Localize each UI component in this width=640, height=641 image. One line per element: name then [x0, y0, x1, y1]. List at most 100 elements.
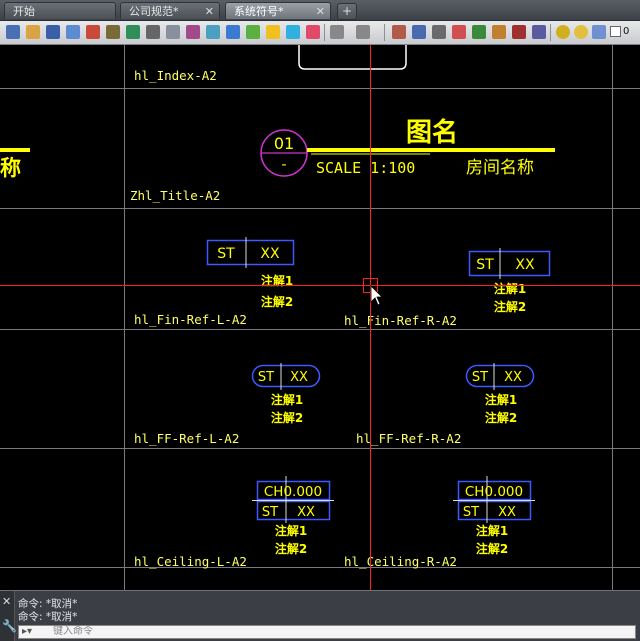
ceiling-left-symbol: CH0.000 ST XX 注解1 注解2 [252, 476, 334, 556]
image-icon[interactable] [306, 25, 320, 39]
command-history-line: 命令: *取消* [18, 611, 78, 623]
stack-icon[interactable] [532, 25, 546, 39]
wrench-icon[interactable]: 🔧 [2, 619, 17, 633]
ff-ref-right-value: XX [504, 370, 522, 385]
tab-label: 开始 [13, 5, 35, 18]
fin-ref-right-code: ST [476, 257, 494, 273]
publish-icon[interactable] [126, 25, 140, 39]
title-partial-text: 称 [0, 156, 21, 180]
room-name-text: 房间名称 [466, 158, 534, 178]
zoom-icon[interactable] [412, 25, 426, 39]
ff-ref-right-code: ST [472, 370, 488, 385]
ff-ref-right-label: hl_FF-Ref-R-A2 [356, 431, 461, 446]
new-icon[interactable] [6, 25, 20, 39]
saveas-icon[interactable] [66, 25, 80, 39]
pan-icon[interactable] [392, 25, 406, 39]
close-icon[interactable]: ✕ [205, 3, 214, 20]
ceiling-left-label: hl_Ceiling-L-A2 [134, 554, 247, 569]
match-icon[interactable] [206, 25, 220, 39]
mouse-pointer-icon [370, 285, 383, 306]
command-window-handle[interactable]: ✕ 🔧 [0, 591, 17, 641]
index-symbol-outline [298, 45, 407, 70]
close-icon[interactable]: ✕ [316, 3, 325, 20]
ceiling-left-code: ST [262, 505, 278, 520]
ceiling-right-note2: 注解2 [476, 541, 508, 556]
paste-icon[interactable] [186, 25, 200, 39]
distance-icon[interactable] [472, 25, 486, 39]
ceiling-right-code: ST [463, 505, 479, 520]
ff-ref-left-symbol: ST XX 注解1 注解2 [251, 363, 321, 425]
ff-ref-right-note2: 注解2 [485, 410, 517, 425]
fin-ref-right-symbol: ST XX 注解1 注解2 [468, 248, 551, 314]
save-icon[interactable] [46, 25, 60, 39]
tab-label: 系统符号* [234, 5, 284, 18]
document-tab-bar: 开始 公司规范* ✕ 系统符号* ✕ + [0, 0, 640, 21]
fin-ref-left-code: ST [217, 246, 235, 262]
fin-ref-left-value: XX [260, 246, 280, 262]
ff-ref-left-note2: 注解2 [271, 410, 303, 425]
ff-ref-right-note1: 注解1 [485, 392, 517, 407]
quick-access-toolbar: 0 [0, 21, 640, 45]
ceiling-right-note1: 注解1 [476, 523, 508, 538]
ceiling-right-height: CH0.000 [465, 484, 523, 500]
command-input-placeholder: 键入命令 [53, 626, 93, 637]
drawing-canvas[interactable]: hl_Index-A2 称 01 - 图名 SCALE 1:100 房间名称 Z… [0, 45, 640, 590]
ceiling-left-height: CH0.000 [264, 484, 322, 500]
ceiling-right-symbol: CH0.000 ST XX 注解1 注解2 [453, 476, 535, 556]
cut-icon[interactable] [146, 25, 160, 39]
ff-ref-right-symbol: ST XX 注解1 注解2 [465, 363, 535, 425]
hatch-icon[interactable] [246, 25, 260, 39]
properties-icon[interactable] [452, 25, 466, 39]
title-block-label: Zhl_Title-A2 [130, 188, 220, 203]
text-icon[interactable] [266, 25, 280, 39]
area-icon[interactable] [512, 25, 526, 39]
fin-ref-left-label: hl_Fin-Ref-L-A2 [134, 312, 247, 327]
new-tab-button[interactable]: + [337, 3, 357, 20]
light-icon[interactable] [556, 25, 570, 39]
fin-ref-right-note1: 注解1 [494, 281, 526, 296]
redo-icon[interactable] [356, 25, 370, 39]
layer-icon[interactable] [432, 25, 446, 39]
ceiling-right-value: XX [498, 505, 516, 520]
tab-company-standard[interactable]: 公司规范* ✕ [120, 2, 220, 19]
grid-lines [0, 45, 640, 590]
fin-ref-right-label: hl_Fin-Ref-R-A2 [344, 313, 457, 328]
table-icon[interactable] [286, 25, 300, 39]
print-icon[interactable] [86, 25, 100, 39]
sun-icon[interactable] [574, 25, 588, 39]
ff-ref-left-label: hl_FF-Ref-L-A2 [134, 431, 239, 446]
copy-icon[interactable] [166, 25, 180, 39]
ff-ref-left-value: XX [290, 370, 308, 385]
crosshair-cursor [0, 45, 640, 590]
layer-number: 0 [623, 26, 630, 37]
canvas-svg: hl_Index-A2 称 01 - 图名 SCALE 1:100 房间名称 Z… [0, 45, 640, 590]
measure-icon[interactable] [492, 25, 506, 39]
ff-ref-left-code: ST [258, 370, 274, 385]
tab-start[interactable]: 开始 [4, 2, 116, 19]
open-icon[interactable] [26, 25, 40, 39]
ceiling-left-note1: 注解1 [275, 523, 307, 538]
ceiling-left-value: XX [297, 505, 315, 520]
command-window: ✕ 🔧 命令: *取消* 命令: *取消* ▸▾ 键入命令 [0, 590, 640, 641]
drawing-name-text: 图名 [406, 117, 458, 148]
tab-label: 公司规范* [129, 5, 179, 18]
index-block-label: hl_Index-A2 [134, 68, 217, 83]
color-icon[interactable] [592, 25, 606, 39]
block-icon[interactable] [226, 25, 240, 39]
scale-text: SCALE 1:100 [316, 159, 415, 177]
ceiling-left-note2: 注解2 [275, 541, 307, 556]
title-circle-number: 01 [274, 134, 294, 153]
close-icon[interactable]: ✕ [2, 595, 11, 608]
command-prompt-icon[interactable]: ▸▾ [22, 626, 32, 638]
undo-icon[interactable] [330, 25, 344, 39]
plot-icon[interactable] [106, 25, 120, 39]
fin-ref-left-note2: 注解2 [261, 294, 293, 309]
ff-ref-left-note1: 注解1 [271, 392, 303, 407]
ceiling-right-label: hl_Ceiling-R-A2 [344, 554, 457, 569]
tab-system-symbols[interactable]: 系统符号* ✕ [225, 2, 331, 19]
title-circle-sub: - [281, 157, 286, 173]
command-input[interactable]: ▸▾ 键入命令 [18, 625, 636, 639]
layer-color-swatch[interactable] [610, 26, 621, 37]
fin-ref-right-value: XX [515, 257, 535, 273]
fin-ref-left-symbol: ST XX 注解1 注解2 [206, 237, 295, 309]
